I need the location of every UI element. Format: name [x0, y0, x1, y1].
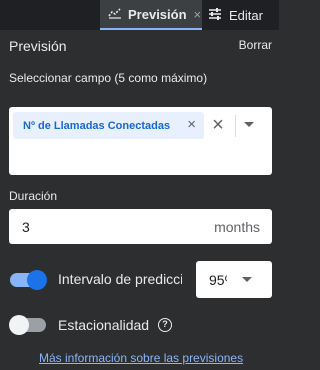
chip-remove-icon[interactable]: × — [187, 116, 196, 133]
forecast-icon — [108, 7, 122, 22]
tab-forecast[interactable]: Previsión × — [100, 0, 202, 30]
clear-selection-icon[interactable]: × — [207, 113, 229, 137]
field-select-label: Seleccionar campo (5 como máximo) — [9, 71, 208, 85]
seasonality-label: Estacionalidad — [58, 317, 150, 333]
learn-more-link[interactable]: Más información sobre las previsiones — [39, 351, 243, 365]
close-icon[interactable]: × — [194, 7, 202, 22]
duration-input[interactable]: 3 months — [9, 209, 272, 244]
selected-field-chip[interactable]: Nº de Llamadas Conectadas × — [13, 112, 204, 139]
field-select[interactable]: Nº de Llamadas Conectadas × × — [9, 107, 272, 175]
tab-forecast-label: Previsión — [128, 6, 187, 22]
prediction-interval-select[interactable]: 95% — [196, 261, 272, 298]
panel-title: Previsión — [9, 38, 67, 54]
prediction-interval-label: Intervalo de predicción — [58, 271, 182, 287]
toggle-knob — [27, 270, 47, 290]
help-icon[interactable]: ? — [158, 318, 172, 332]
divider — [235, 115, 236, 137]
tab-edit-label: Editar — [229, 7, 263, 23]
prediction-interval-toggle[interactable] — [10, 270, 47, 290]
clear-button[interactable]: Borrar — [239, 38, 272, 52]
duration-unit: months — [214, 219, 260, 235]
seasonality-toggle[interactable] — [9, 315, 46, 335]
tab-edit[interactable]: Editar — [208, 0, 279, 30]
tab-bar: Previsión × Editar — [0, 0, 279, 30]
chevron-down-icon[interactable] — [244, 122, 254, 127]
interval-value: 95% — [209, 272, 227, 288]
duration-value: 3 — [22, 219, 30, 235]
duration-label: Duración — [9, 189, 58, 203]
toggle-knob — [9, 315, 29, 335]
sliders-icon — [208, 7, 222, 23]
chevron-down-icon — [242, 277, 252, 282]
chip-label: Nº de Llamadas Conectadas — [23, 119, 171, 132]
